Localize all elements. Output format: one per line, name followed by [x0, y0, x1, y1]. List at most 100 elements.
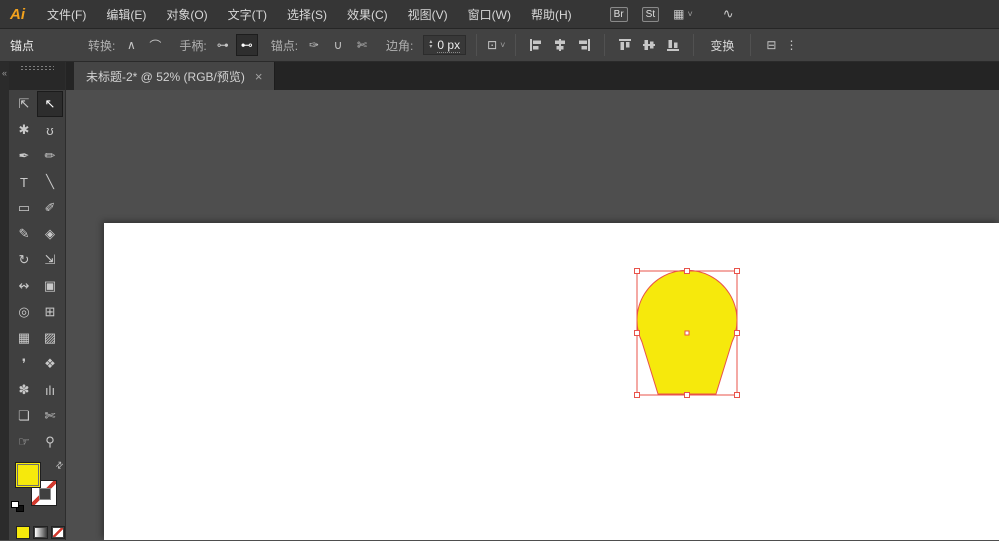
menu-item-edit[interactable]: 编辑(E) [96, 0, 156, 28]
hand-tool[interactable]: ☞ [12, 430, 36, 454]
gpu-performance-icon[interactable]: ∿ [723, 6, 734, 22]
scale-tool[interactable]: ⇲ [38, 248, 62, 272]
lasso-tool[interactable]: ʊ [38, 118, 62, 142]
gradient-tool[interactable]: ▨ [38, 326, 62, 350]
gradient-button[interactable] [33, 526, 48, 539]
chevron-down-icon: ˅ [500, 40, 506, 50]
tools-grid: ⇱ ↖ ✱ ʊ ✒ ✏ T ╲ ▭ ✐ ✎ ◈ ↻ ⇲ ↭ ▣ ◎ ⊞ ▦ ▨ … [9, 90, 65, 454]
vertical-align-group [615, 35, 683, 55]
shaper-tool[interactable]: ✎ [12, 222, 36, 246]
artboard-tool[interactable]: ❏ [12, 404, 36, 428]
line-segment-tool[interactable]: ╲ [38, 170, 62, 194]
connect-endpoints-icon[interactable]: ∪ [328, 35, 348, 55]
align-horizontal-left-icon[interactable] [526, 35, 546, 55]
anchor-label: 锚点: [270, 38, 299, 53]
fill-swatch[interactable] [15, 462, 41, 488]
tools-panel: ⇱ ↖ ✱ ʊ ✒ ✏ T ╲ ▭ ✐ ✎ ◈ ↻ ⇲ ↭ ▣ ◎ ⊞ ▦ ▨ … [9, 62, 66, 540]
menu-item-help[interactable]: 帮助(H) [521, 0, 582, 28]
menu-item-window[interactable]: 窗口(W) [458, 0, 521, 28]
divider [750, 34, 752, 56]
align-horizontal-right-icon[interactable] [574, 35, 594, 55]
rotate-tool[interactable]: ↻ [12, 248, 36, 272]
handle-icon-group: ⊶ ⊷ [213, 34, 258, 56]
curvature-tool[interactable]: ✏ [38, 144, 62, 168]
convert-to-smooth-icon[interactable]: ⌒ [145, 35, 165, 55]
free-transform-tool[interactable]: ▣ [38, 274, 62, 298]
convert-to-corner-icon[interactable]: ∧ [121, 35, 141, 55]
app-bar-icons: Br St ▦ ˅ ∿ [609, 6, 734, 22]
collapse-dock-icon[interactable]: « [0, 62, 9, 78]
document-arrange-icon[interactable]: ⊡ ˅ [487, 38, 505, 52]
artboard-icon: ⊡ [487, 38, 498, 52]
mesh-tool[interactable]: ▦ [12, 326, 36, 350]
cut-path-icon[interactable]: ✄ [352, 35, 372, 55]
menu-item-view[interactable]: 视图(V) [398, 0, 458, 28]
corner-radius-value[interactable]: 0 px [437, 38, 461, 53]
align-vertical-top-icon[interactable] [615, 35, 635, 55]
perspective-grid-tool[interactable]: ⊞ [38, 300, 62, 324]
eyedropper-tool[interactable]: ❜ [12, 352, 36, 376]
width-tool[interactable]: ↭ [12, 274, 36, 298]
pen-tool[interactable]: ✒ [12, 144, 36, 168]
more-options-icon[interactable]: ⋮ [781, 35, 801, 55]
selection-tool[interactable]: ⇱ [12, 92, 36, 116]
paintbrush-tool[interactable]: ✐ [38, 196, 62, 220]
menu-item-effect[interactable]: 效果(C) [337, 0, 398, 28]
shape-builder-tool[interactable]: ◎ [12, 300, 36, 324]
close-icon[interactable]: × [255, 69, 263, 84]
illustrator-window: Ai 文件(F) 编辑(E) 对象(O) 文字(T) 选择(S) 效果(C) 视… [0, 0, 999, 540]
main-area: « ⇱ ↖ ✱ ʊ ✒ ✏ T ╲ ▭ ✐ ✎ ◈ ↻ ⇲ ↭ ▣ ◎ ⊞ ▦ … [0, 62, 999, 540]
swap-fill-stroke-icon[interactable]: ⇄ [54, 459, 67, 472]
paint-mode-row [16, 526, 65, 539]
transform-button[interactable]: 变换 [710, 37, 734, 54]
handle-top-left [634, 268, 640, 274]
canvas[interactable] [66, 90, 999, 540]
handle-mid-left [634, 330, 640, 336]
arrange-documents-icon[interactable]: ▦ ˅ [673, 7, 693, 21]
chevron-down-icon: ˅ [687, 9, 693, 19]
handle-top-center [684, 268, 690, 274]
color-button[interactable] [16, 526, 31, 539]
rectangle-tool[interactable]: ▭ [12, 196, 36, 220]
default-fill-stroke-icon[interactable] [11, 501, 24, 512]
menu-item-select[interactable]: 选择(S) [277, 0, 337, 28]
symbol-sprayer-tool[interactable]: ✽ [12, 378, 36, 402]
remove-anchor-icon[interactable]: ✑ [304, 35, 324, 55]
direct-selection-tool[interactable]: ↖ [37, 91, 63, 117]
convert-icon-group: ∧ ⌒ [121, 35, 165, 55]
bridge-badge[interactable]: Br [609, 6, 628, 22]
panel-grip[interactable] [20, 65, 54, 71]
hide-handles-icon[interactable]: ⊷ [235, 34, 258, 56]
corner-radius-stepper[interactable]: ▴ ▾ 0 px [423, 35, 467, 55]
stock-badge[interactable]: St [641, 6, 660, 22]
spinner-arrows-icon[interactable]: ▴ ▾ [429, 39, 432, 50]
menu-item-file[interactable]: 文件(F) [37, 0, 96, 28]
column-graph-tool[interactable]: ılı [38, 378, 62, 402]
control-bar: 锚点 转换: ∧ ⌒ 手柄: ⊶ ⊷ 锚点: ✑ ∪ ✄ 边角: ▴ ▾ 0 px ⊡ ˅ [0, 29, 999, 62]
zoom-tool[interactable]: ⚲ [38, 430, 62, 454]
eraser-tool[interactable]: ◈ [38, 222, 62, 246]
type-tool[interactable]: T [12, 170, 36, 194]
align-vertical-center-icon[interactable] [639, 35, 659, 55]
none-button[interactable] [50, 526, 65, 539]
menu-item-type[interactable]: 文字(T) [218, 0, 277, 28]
center-point-handle [684, 330, 690, 336]
handle-mid-right [734, 330, 740, 336]
divider [604, 34, 606, 56]
tools-panel-header [9, 62, 65, 90]
convert-label: 转换: [88, 38, 116, 53]
slice-tool[interactable]: ✄ [38, 404, 62, 428]
divider [515, 34, 517, 56]
align-horizontal-center-icon[interactable] [550, 35, 570, 55]
magic-wand-tool[interactable]: ✱ [12, 118, 36, 142]
dock-rail: « [0, 62, 9, 540]
handle-bottom-left [634, 392, 640, 398]
transform-panel-icon[interactable]: ⊟ [761, 35, 781, 55]
menu-item-object[interactable]: 对象(O) [156, 0, 217, 28]
show-handles-icon[interactable]: ⊶ [213, 35, 233, 55]
document-tab[interactable]: 未标题-2* @ 52% (RGB/预览) × [74, 62, 276, 90]
align-vertical-bottom-icon[interactable] [663, 35, 683, 55]
menu-list: 文件(F) 编辑(E) 对象(O) 文字(T) 选择(S) 效果(C) 视图(V… [37, 0, 582, 28]
artwork-overlay [634, 268, 740, 398]
blend-tool[interactable]: ❖ [38, 352, 62, 376]
